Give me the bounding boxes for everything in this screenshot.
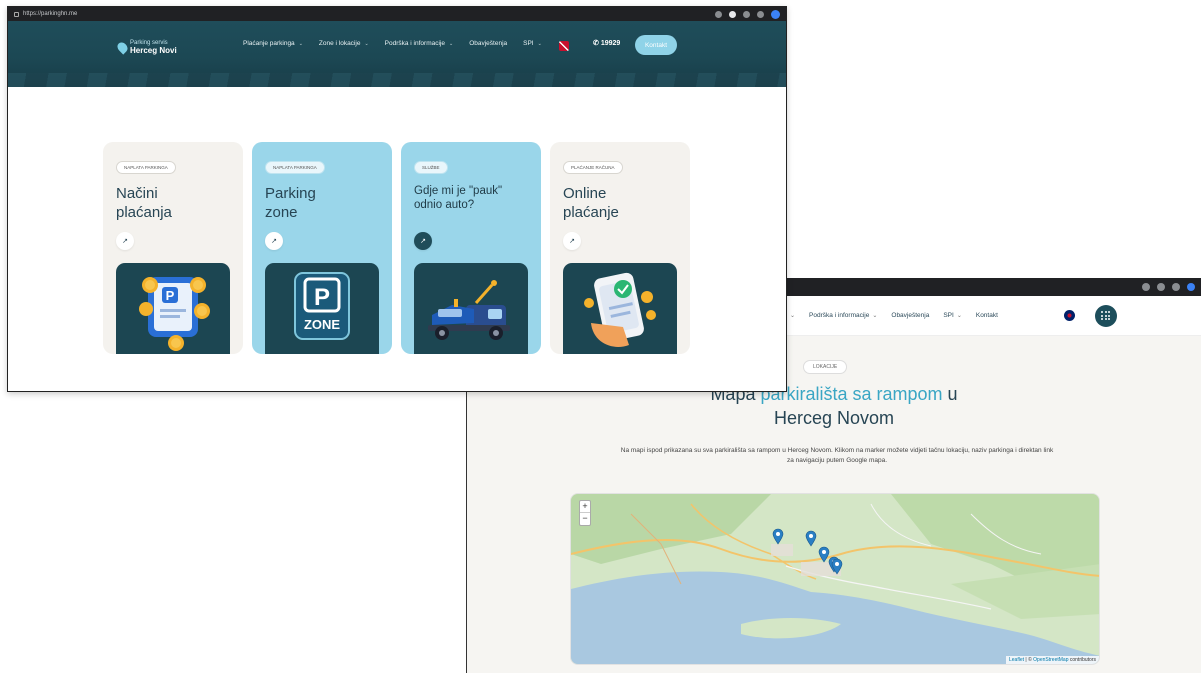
arrow-up-right-icon[interactable]: ↗ (116, 232, 134, 250)
chevron-down-icon: ⌄ (448, 40, 454, 47)
star-icon[interactable] (729, 10, 736, 18)
card-tag: SLUŽBE (414, 161, 448, 174)
contact-button[interactable]: Kontakt (635, 35, 677, 55)
card-title: Parking zone (265, 185, 316, 221)
card-tag: PLAĆANJE RAČUNA (563, 161, 623, 174)
arrow-up-right-icon[interactable]: ↗ (265, 232, 283, 250)
section-pill: LOKACIJE (803, 360, 848, 374)
svg-text:P: P (314, 284, 330, 311)
svg-text:P: P (166, 288, 175, 303)
apps-menu-button[interactable] (1094, 304, 1117, 327)
logo-text: Parking servis Herceg Novi (130, 40, 177, 55)
phone-payment-icon (563, 263, 677, 354)
map-markers (772, 528, 843, 575)
location-pin-icon (115, 39, 130, 55)
card-payment-methods[interactable]: NAPLATA PARKINGA Načini plaćanja ↗ P (103, 142, 243, 354)
menu-item-notices[interactable]: Obavještenja (469, 40, 507, 47)
url-text[interactable]: https://parkinghn.me (23, 11, 77, 17)
card-tag: NAPLATA PARKINGA (116, 161, 176, 174)
screenshot-stage: ⌄ Podrška i informacije ⌄ Obavještenja SP… (0, 0, 1201, 673)
read-aloud-icon[interactable] (715, 10, 722, 18)
parking-zone-sign-icon: P ZONE (265, 263, 379, 354)
site-info-icon[interactable] (14, 11, 19, 17)
attribution-tail: contributors (1068, 657, 1096, 663)
card-tag: NAPLATA PARKINGA (265, 161, 325, 174)
menu-item-spi[interactable]: SPI ⌄ (523, 40, 542, 47)
menu-item-support[interactable]: Podrška i informacije ⌄ (385, 40, 454, 47)
arrow-up-right-icon[interactable]: ↗ (414, 232, 432, 250)
card-title: Online plaćanje (563, 185, 619, 221)
site-header: Parking servis Herceg Novi Plaćanje park… (8, 21, 786, 87)
nav-item-notices[interactable]: Obavještenja (891, 312, 929, 319)
card-parking-zones[interactable]: NAPLATA PARKINGA Parking zone ↗ P ZONE (252, 142, 392, 354)
phone-number[interactable]: ✆ 19929 (593, 39, 620, 47)
chevron-down-icon: ⌄ (872, 313, 878, 319)
leaflet-link[interactable]: Leaflet (1009, 657, 1024, 663)
grid-icon (1101, 311, 1111, 320)
card-tow-service[interactable]: SLUŽBE Gdje mi je "pauk" odnio auto? ↗ (401, 142, 541, 354)
zoom-out-button[interactable]: − (580, 513, 590, 525)
browser-toolbar: https://parkinghn.me (8, 7, 786, 21)
site-logo[interactable]: Parking servis Herceg Novi (115, 39, 177, 55)
phone-icon: ✆ (593, 40, 601, 47)
home-page-window: https://parkinghn.me Parking servis Herc… (7, 6, 787, 392)
address-bar[interactable]: https://parkinghn.me (14, 11, 715, 17)
uk-flag-icon[interactable] (559, 41, 569, 51)
chevron-down-icon: ⌄ (537, 40, 542, 47)
favorites-icon[interactable] (1172, 283, 1180, 291)
title-suffix: u (942, 384, 958, 404)
chevron-down-icon: ⌄ (298, 40, 303, 47)
title-accent: parkirališta sa rampom (760, 384, 943, 404)
arrow-up-right-icon[interactable]: ↗ (563, 232, 581, 250)
card-title: Načini plaćanja (116, 185, 172, 221)
title-line2: Herceg Novom (773, 408, 895, 428)
zoom-in-button[interactable]: + (580, 501, 590, 513)
payment-ticket-coins-icon: P (116, 263, 230, 354)
map-marker-icon[interactable] (772, 528, 784, 545)
favorites-icon[interactable] (757, 10, 764, 18)
profile-icon[interactable] (771, 9, 780, 19)
nav-chevron-icon: ⌄ (790, 313, 796, 319)
tow-truck-icon (414, 263, 528, 354)
map-marker-icon[interactable] (805, 530, 817, 547)
extension-icon[interactable] (743, 10, 750, 18)
nav-item-support[interactable]: Podrška i informacije ⌄ (809, 312, 877, 319)
uk-flag-icon[interactable] (1063, 310, 1075, 321)
chevron-down-icon: ⌄ (956, 313, 962, 319)
map-marker-icon[interactable] (818, 546, 830, 563)
parking-map[interactable]: + − Leaflet | © OpenStreetMap contributo… (570, 493, 1100, 665)
osm-link[interactable]: OpenStreetMap (1033, 657, 1068, 663)
logo-line2: Herceg Novi (130, 46, 177, 55)
card-title: Gdje mi je "pauk" odnio auto? (414, 185, 503, 211)
profile-icon[interactable] (1187, 283, 1195, 291)
main-menu: Plaćanje parkinga ⌄ Zone i lokacije ⌄ Podr… (243, 40, 542, 47)
zone-sign-text: ZONE (303, 317, 341, 332)
nav-item-contact[interactable]: Kontakt (976, 312, 998, 319)
map-description: Na mapi ispod prikazana su sva parkirali… (620, 447, 1054, 464)
card-online-payment[interactable]: PLAĆANJE RAČUNA Online plaćanje ↗ (550, 142, 690, 354)
attribution-separator: | © (1024, 657, 1034, 663)
map-attribution: Leaflet | © OpenStreetMap contributors (1006, 656, 1099, 664)
nav-item-spi[interactable]: SPI ⌄ (943, 312, 962, 319)
zoom-control: + − (579, 500, 591, 526)
menu-item-payment[interactable]: Plaćanje parkinga ⌄ (243, 40, 303, 47)
menu-item-zones[interactable]: Zone i lokacije ⌄ (319, 40, 369, 47)
extension-icon[interactable] (1157, 283, 1165, 291)
extension-icon[interactable] (1142, 283, 1150, 291)
service-cards: NAPLATA PARKINGA Načini plaćanja ↗ P NAP… (103, 142, 690, 354)
chevron-down-icon: ⌄ (364, 40, 369, 47)
